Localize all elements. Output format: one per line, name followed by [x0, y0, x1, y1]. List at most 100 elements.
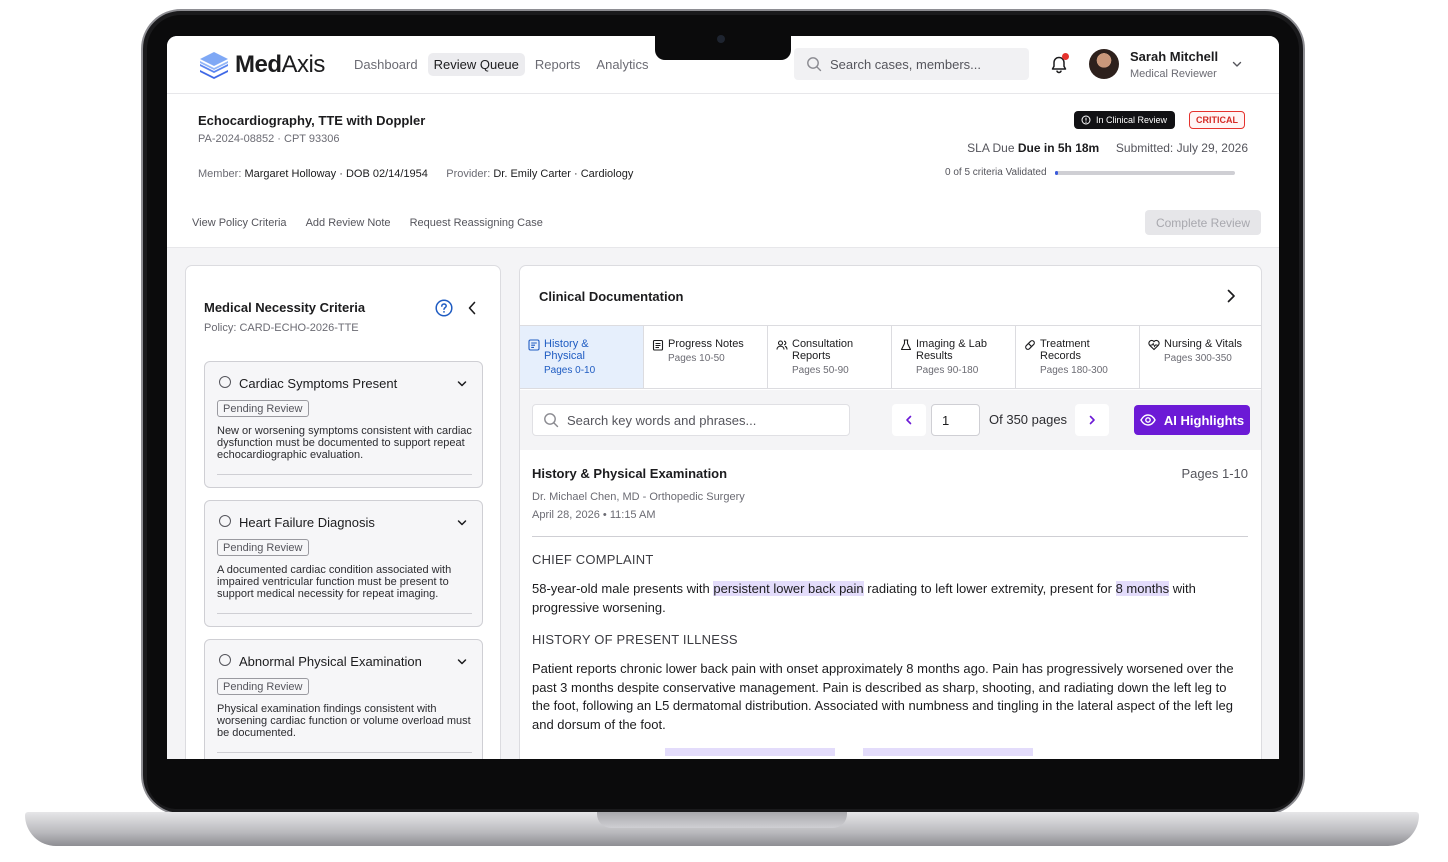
- case-member-provider: Member: Margaret Holloway · DOB 02/14/19…: [198, 168, 633, 180]
- sla-value: Due in 5h 18m: [1017, 141, 1100, 155]
- page-total: Of 350 pages: [989, 412, 1068, 427]
- request-reassign-link[interactable]: Request Reassigning Case: [410, 217, 543, 229]
- case-id: PA-2024-08852 · CPT 93306: [198, 133, 340, 145]
- section-heading: HISTORY OF PRESENT ILLNESS: [532, 632, 738, 647]
- text-run: radiating to left lower extremity, prese…: [863, 581, 1116, 596]
- brand-logo[interactable]: MedAxis: [197, 48, 325, 82]
- chevron-right-icon: [1089, 415, 1095, 425]
- tab-label: Progress Notes: [668, 338, 744, 350]
- notes-icon: [652, 339, 664, 351]
- text-run: 58-year-old male presents with: [532, 581, 714, 596]
- criteria-title: Abnormal Physical Examination: [239, 654, 422, 669]
- tab-consultation-reports[interactable]: Consultation Reports Pages 50-90: [768, 326, 892, 388]
- status-badge-label: In Clinical Review: [1096, 115, 1168, 125]
- tab-treatment-records[interactable]: Treatment Records Pages 180-300: [1016, 326, 1140, 388]
- status-badge: Pending Review: [217, 400, 309, 417]
- history-icon: [528, 339, 540, 351]
- help-icon[interactable]: [435, 299, 453, 317]
- ai-highlights-button[interactable]: AI Highlights: [1134, 405, 1250, 435]
- chevron-down-icon[interactable]: [456, 656, 468, 668]
- priority-badge: CRITICAL: [1189, 111, 1245, 129]
- tab-label: History & Physical: [544, 338, 589, 362]
- progress-track: [1054, 170, 1235, 175]
- chevron-down-icon[interactable]: [1231, 58, 1243, 70]
- document-title: History & Physical Examination: [532, 466, 728, 481]
- criteria-radio[interactable]: [219, 515, 231, 527]
- tab-pages: Pages 10-50: [668, 353, 725, 364]
- criteria-progress-text: 0 of 5 criteria Validated: [945, 167, 1047, 178]
- section-heading: CHIEF COMPLAINT: [532, 552, 654, 567]
- tab-imaging-lab[interactable]: Imaging & Lab Results Pages 90-180: [892, 326, 1016, 388]
- chevron-left-icon[interactable]: [466, 300, 478, 316]
- tab-pages: Pages 90-180: [916, 365, 979, 376]
- clipped-highlights: [532, 748, 1248, 759]
- criteria-description: A documented cardiac condition associate…: [217, 564, 452, 600]
- chevron-left-icon: [906, 415, 912, 425]
- tab-progress-notes[interactable]: Progress Notes Pages 10-50: [644, 326, 768, 388]
- document-date: April 28, 2026 • 11:15 AM: [532, 509, 656, 521]
- add-review-note-link[interactable]: Add Review Note: [306, 217, 391, 229]
- tab-pages: Pages 180-300: [1040, 365, 1108, 376]
- sla-info: SLA Due Due in 5h 18m Submitted: July 29…: [967, 141, 1248, 155]
- info-icon: [1081, 115, 1091, 125]
- complete-review-button[interactable]: Complete Review: [1145, 210, 1261, 235]
- ai-highlight[interactable]: 8 months: [1115, 581, 1170, 596]
- users-icon: [776, 340, 788, 350]
- ai-highlights-label: AI Highlights: [1163, 412, 1245, 428]
- submitted-value: July 29, 2026: [1176, 141, 1248, 155]
- nav-reports[interactable]: Reports: [529, 53, 587, 76]
- status-badge: Pending Review: [217, 539, 309, 556]
- divider: [217, 474, 472, 475]
- criteria-panel: Medical Necessity Criteria Policy: CARD-…: [185, 265, 501, 759]
- chevron-right-icon[interactable]: [1225, 289, 1237, 303]
- view-policy-criteria-link[interactable]: View Policy Criteria: [192, 217, 287, 229]
- tab-label: Consultation Reports: [792, 338, 854, 362]
- criteria-title: Cardiac Symptoms Present: [239, 376, 398, 391]
- global-search-input[interactable]: Search cases, members...: [794, 48, 1029, 80]
- criteria-radio[interactable]: [219, 376, 231, 388]
- nav-dashboard[interactable]: Dashboard: [348, 53, 424, 76]
- screen: MedAxis Dashboard Review Queue Reports A…: [167, 36, 1279, 759]
- search-icon: [807, 57, 822, 72]
- notification-dot: [1062, 53, 1069, 60]
- document-search-input[interactable]: Search key words and phrases...: [532, 404, 850, 436]
- brand-name: MedAxis: [235, 51, 325, 78]
- documentation-title: Clinical Documentation: [539, 289, 684, 304]
- criteria-card[interactable]: Heart Failure Diagnosis Pending Review A…: [204, 500, 483, 627]
- document-search-placeholder: Search key words and phrases...: [567, 412, 757, 428]
- nav-review-queue[interactable]: Review Queue: [427, 53, 525, 76]
- heart-pulse-icon: [1148, 339, 1160, 351]
- avatar[interactable]: [1089, 49, 1119, 79]
- tab-history-physical[interactable]: History & Physical Pages 0-10: [520, 326, 644, 388]
- tab-nursing-vitals[interactable]: Nursing & Vitals Pages 300-350: [1140, 326, 1261, 388]
- criteria-title: Heart Failure Diagnosis: [239, 515, 375, 530]
- page-number-input[interactable]: 1: [931, 404, 980, 436]
- criteria-card[interactable]: Cardiac Symptoms Present Pending Review …: [204, 361, 483, 488]
- ai-highlight: [665, 748, 835, 756]
- case-title: Echocardiography, TTE with Doppler: [198, 113, 426, 128]
- ai-highlight[interactable]: persistent lower back pain: [713, 581, 864, 596]
- document-author: Dr. Michael Chen, MD - Orthopedic Surger…: [532, 491, 745, 503]
- laptop-base-notch: [597, 812, 847, 828]
- divider: [217, 752, 472, 753]
- nav-analytics[interactable]: Analytics: [590, 53, 654, 76]
- chevron-down-icon[interactable]: [456, 378, 468, 390]
- sla-label: SLA Due: [967, 141, 1015, 155]
- previous-page-button[interactable]: [892, 404, 926, 436]
- tab-pages: Pages 50-90: [792, 365, 849, 376]
- criteria-card[interactable]: Abnormal Physical Examination Pending Re…: [204, 639, 483, 759]
- pill-icon: [1025, 340, 1035, 350]
- tab-label: Imaging & Lab Results: [916, 338, 987, 362]
- documentation-panel: Clinical Documentation History & Physica…: [519, 265, 1262, 759]
- status-badge: In Clinical Review: [1074, 111, 1176, 129]
- document-pages: Pages 1-10: [1181, 466, 1249, 481]
- criteria-progress: 0 of 5 criteria Validated: [945, 167, 1235, 178]
- main-nav: Dashboard Review Queue Reports Analytics: [348, 53, 654, 76]
- criteria-radio[interactable]: [219, 654, 231, 666]
- search-icon: [544, 413, 559, 428]
- tab-label: Nursing & Vitals: [1164, 338, 1243, 350]
- next-page-button[interactable]: [1075, 404, 1109, 436]
- chevron-down-icon[interactable]: [456, 517, 468, 529]
- laptop-chin: [147, 759, 1299, 809]
- tab-label: Treatment Records: [1040, 338, 1090, 362]
